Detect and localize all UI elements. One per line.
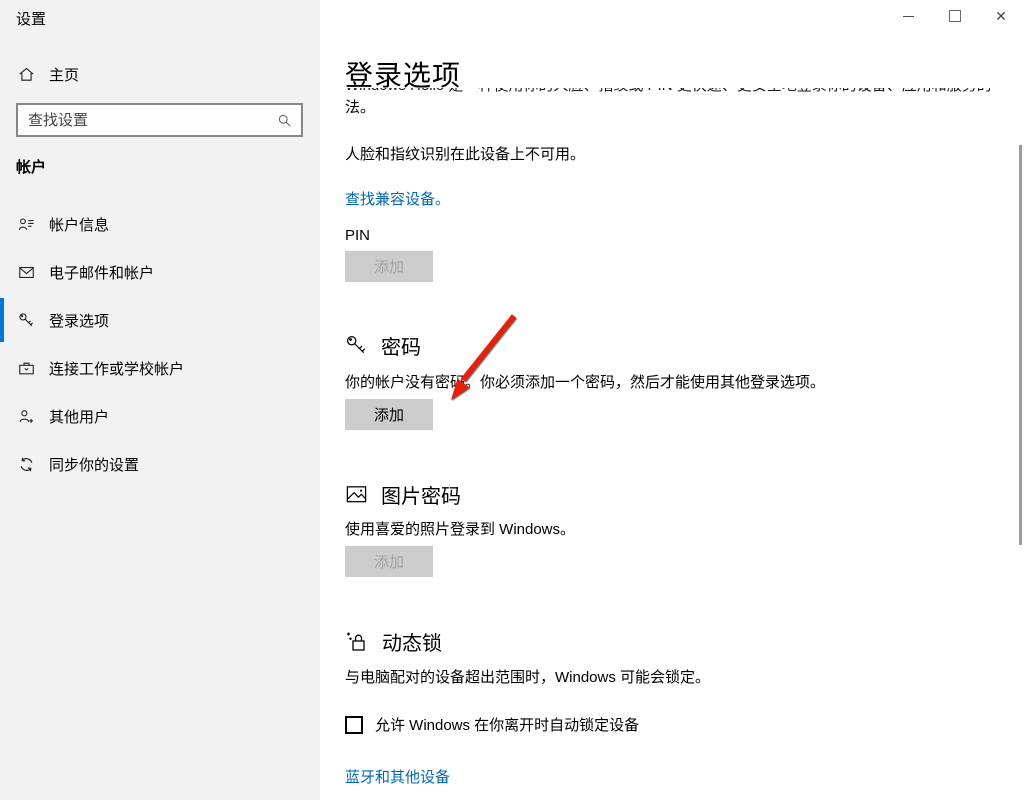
intro-text-clipped: Windows Hello 是一种使用你的人脸、指纹或 PIN 更快速、更安全地… [345, 88, 990, 97]
pin-add-button: 添加 [345, 251, 433, 282]
password-description: 你的帐户没有密码。你必须添加一个密码，然后才能使用其他登录选项。 [345, 373, 825, 393]
password-heading-label: 密码 [381, 331, 421, 360]
sidebar-item-email-accounts[interactable]: 电子邮件和帐户 [0, 250, 320, 294]
picture-password-description: 使用喜爱的照片登录到 Windows。 [345, 520, 575, 540]
sidebar-item-label: 连接工作或学校帐户 [49, 358, 184, 379]
dynamic-lock-heading-label: 动态锁 [382, 627, 442, 656]
find-compatible-device-link[interactable]: 查找兼容设备。 [345, 188, 450, 209]
sidebar-item-label: 帐户信息 [49, 214, 109, 235]
sidebar-item-label: 同步你的设置 [49, 454, 139, 475]
sidebar-item-signin-options[interactable]: 登录选项 [0, 298, 320, 342]
close-button[interactable]: ✕ [978, 0, 1024, 32]
sidebar-item-home[interactable]: 主页 [18, 60, 79, 88]
account-info-icon [18, 216, 35, 233]
search-input[interactable] [18, 112, 277, 129]
briefcase-icon [18, 360, 35, 377]
home-icon [18, 66, 35, 83]
dynamic-lock-section-heading: 动态锁 [345, 627, 442, 656]
picture-password-add-button: 添加 [345, 546, 433, 577]
add-user-icon [18, 408, 35, 425]
picture-password-heading-label: 图片密码 [381, 480, 461, 509]
sidebar-item-account-info[interactable]: 帐户信息 [0, 202, 320, 246]
settings-window: { "titlebar": { "app_title": "设置", "mini… [0, 0, 1024, 800]
dynamic-lock-checkbox-row[interactable]: 允许 Windows 在你离开时自动锁定设备 [345, 714, 639, 735]
picture-icon [345, 483, 368, 506]
key-icon [345, 334, 368, 357]
search-icon[interactable] [277, 113, 292, 128]
minimize-icon [903, 16, 914, 17]
pin-section-label: PIN [345, 226, 370, 246]
maximize-icon [949, 10, 961, 22]
sync-icon [18, 456, 35, 473]
sidebar-item-sync-settings[interactable]: 同步你的设置 [0, 442, 320, 486]
dynamic-lock-icon [345, 630, 369, 654]
key-icon [18, 312, 35, 329]
sidebar-item-label: 电子邮件和帐户 [49, 262, 154, 283]
password-section-heading: 密码 [345, 331, 421, 360]
dynamic-lock-checkbox[interactable] [345, 716, 363, 734]
password-add-button[interactable]: 添加 [345, 399, 433, 430]
annotation-arrow [438, 306, 533, 410]
picture-password-section-heading: 图片密码 [345, 480, 461, 509]
sidebar-item-other-users[interactable]: 其他用户 [0, 394, 320, 438]
bluetooth-devices-link[interactable]: 蓝牙和其他设备 [345, 766, 450, 787]
app-title: 设置 [16, 8, 46, 29]
minimize-button[interactable] [885, 0, 931, 32]
sidebar: 设置 主页 帐户 帐户信息 [0, 0, 320, 800]
dynamic-lock-checkbox-label: 允许 Windows 在你离开时自动锁定设备 [375, 714, 639, 735]
settings-search-box[interactable] [16, 103, 303, 137]
sidebar-item-work-school[interactable]: 连接工作或学校帐户 [0, 346, 320, 390]
maximize-button[interactable] [932, 0, 978, 32]
hello-unavailable-text: 人脸和指纹识别在此设备上不可用。 [345, 145, 585, 165]
vertical-scrollbar[interactable] [1019, 145, 1022, 545]
intro-text-tail: 法。 [345, 98, 375, 118]
email-icon [18, 264, 35, 281]
sidebar-item-label: 其他用户 [49, 406, 109, 427]
home-label: 主页 [49, 64, 79, 85]
close-icon: ✕ [995, 8, 1007, 25]
dynamic-lock-description: 与电脑配对的设备超出范围时，Windows 可能会锁定。 [345, 668, 710, 688]
sidebar-section-header: 帐户 [16, 156, 46, 177]
sidebar-item-label: 登录选项 [49, 310, 109, 331]
